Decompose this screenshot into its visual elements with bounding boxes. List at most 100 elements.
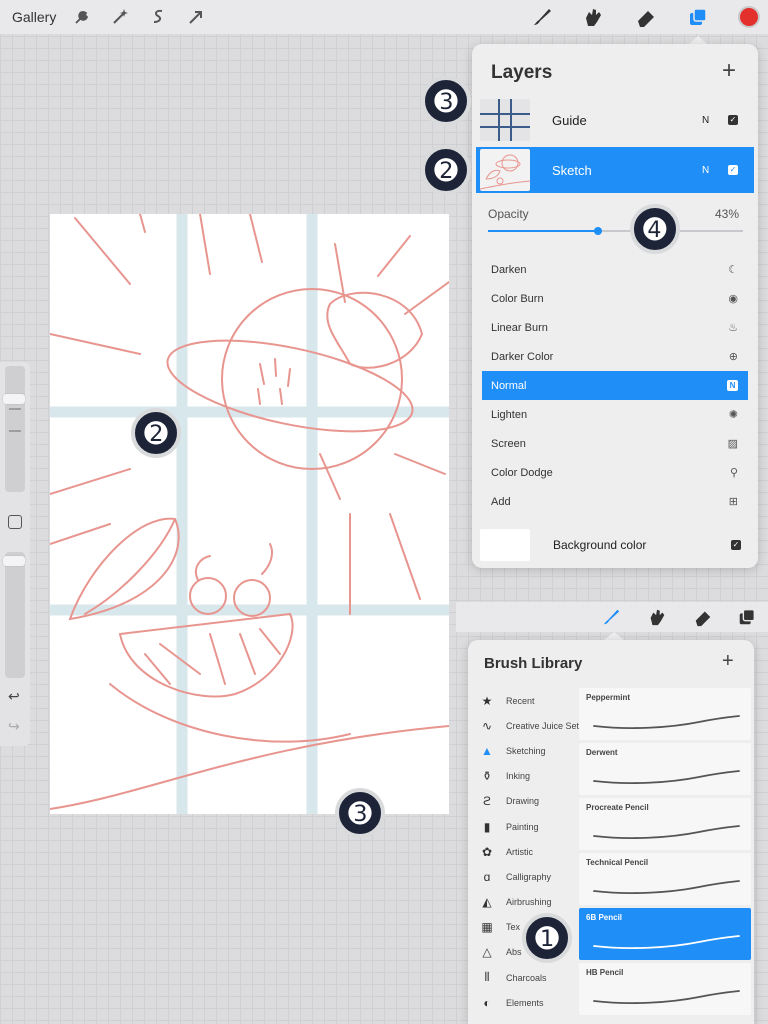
blend-mode-label: Add	[491, 495, 511, 508]
brush-card[interactable]: 6B Pencil	[579, 908, 751, 960]
layer-name: Sketch	[552, 162, 592, 178]
brush-card[interactable]: Peppermint	[579, 688, 751, 740]
category-icon: ⦀	[484, 970, 490, 985]
brush-name: Procreate Pencil	[586, 803, 649, 812]
redo-icon[interactable]: ↪	[8, 718, 20, 735]
smudge-icon[interactable]	[646, 606, 668, 628]
opacity-thumb[interactable]	[593, 227, 602, 235]
brush-category-item[interactable]: ✿ Artistic	[478, 839, 590, 864]
brush-card[interactable]: Derwent	[579, 743, 751, 795]
brush-category-item[interactable]: ◐ Elements	[478, 990, 590, 1015]
eraser-icon[interactable]	[692, 606, 714, 628]
category-label: Charcoals	[506, 972, 547, 983]
secondary-toolbar	[456, 602, 768, 632]
gallery-link[interactable]: Gallery	[12, 9, 56, 25]
brush-stroke-preview	[593, 770, 740, 784]
category-label: Sketching	[506, 745, 546, 756]
brush-category-list: ★ Recent ∿ Creative Juice Set ▲ Sketching ⚱ Ink…	[478, 688, 590, 1015]
add-layer-button[interactable]: +	[722, 57, 736, 85]
category-label: Painting	[506, 821, 539, 832]
category-icon: ◭	[482, 895, 492, 910]
category-icon: ▮	[483, 819, 491, 834]
brush-category-item[interactable]: ∿ Creative Juice Set	[478, 713, 590, 738]
slider-tick	[9, 408, 21, 410]
layer-blend-mode[interactable]: N	[702, 165, 728, 176]
layer-row-guide[interactable]: Guide N ✓	[476, 97, 754, 143]
blend-mode-add[interactable]: Add ⊞	[482, 487, 748, 516]
brush-icon[interactable]	[530, 5, 554, 29]
transform-arrow-icon[interactable]	[184, 5, 208, 29]
smudge-icon[interactable]	[581, 5, 605, 29]
eraser-icon[interactable]	[634, 5, 658, 29]
brush-stroke-preview	[593, 935, 740, 949]
category-label: Drawing	[506, 796, 540, 807]
layers-icon[interactable]	[736, 606, 758, 628]
undo-icon[interactable]: ↩	[8, 688, 20, 705]
blend-mode-screen[interactable]: Screen ▨	[482, 429, 748, 458]
category-icon: ϩ	[482, 794, 491, 809]
layer-blend-mode[interactable]: N	[702, 115, 728, 126]
brush-category-item[interactable]: ⦀ Charcoals	[478, 965, 590, 990]
blend-mode-icon: ✺	[728, 409, 738, 421]
blend-mode-label: Darker Color	[491, 350, 554, 363]
background-visibility-checkbox[interactable]: ✓	[731, 540, 741, 550]
layer-row-sketch[interactable]: Sketch N ✓	[476, 147, 754, 193]
blend-mode-icon: ☾	[728, 264, 738, 276]
blend-mode-icon: ⊞	[728, 496, 738, 508]
layers-icon[interactable]	[686, 5, 710, 29]
brush-icon[interactable]	[600, 606, 622, 628]
brush-popover-caret	[604, 632, 624, 640]
blend-mode-color-dodge[interactable]: Color Dodge ⚲	[482, 458, 748, 487]
blend-mode-linear-burn[interactable]: Linear Burn ♨	[482, 313, 748, 342]
category-label: Recent	[506, 695, 535, 706]
category-icon: ▲	[481, 743, 493, 758]
brush-name: HB Pencil	[586, 968, 624, 977]
blend-mode-icon: ♨	[728, 322, 738, 334]
brush-category-item[interactable]: ⚱ Inking	[478, 764, 590, 789]
brush-category-item[interactable]: ★ Recent	[478, 688, 590, 713]
callout-2: ➋	[131, 408, 181, 458]
blend-mode-darker-color[interactable]: Darker Color ⊕	[482, 342, 748, 371]
wrench-icon[interactable]	[70, 5, 94, 29]
brush-card[interactable]: Technical Pencil	[579, 853, 751, 905]
background-color-row[interactable]: Background color ✓	[476, 525, 754, 565]
modify-button[interactable]	[8, 515, 22, 529]
callout-1: ➊	[522, 913, 572, 963]
layer-opacity-slider[interactable]	[488, 227, 743, 235]
category-icon: ▦	[481, 920, 493, 935]
blend-mode-icon: ▨	[727, 438, 738, 450]
blend-mode-darken[interactable]: Darken ☾	[482, 255, 748, 284]
layer-visibility-checkbox[interactable]: ✓	[728, 165, 738, 175]
brush-category-item[interactable]: ▲ Sketching	[478, 738, 590, 763]
brush-card[interactable]: Procreate Pencil	[579, 798, 751, 850]
callout-3: ➌	[335, 788, 385, 838]
opacity-label: Opacity	[488, 207, 529, 221]
drawing-canvas[interactable]	[49, 213, 450, 814]
brush-category-item[interactable]: ◭ Airbrushing	[478, 890, 590, 915]
opacity-fill	[488, 230, 598, 232]
opacity-thumb[interactable]	[3, 556, 25, 566]
add-brush-button[interactable]: +	[722, 650, 734, 673]
selection-icon[interactable]	[146, 5, 170, 29]
brush-category-item[interactable]: ϩ Drawing	[478, 789, 590, 814]
blend-mode-icon: ◉	[728, 293, 738, 305]
brush-category-item[interactable]: ▮ Painting	[478, 814, 590, 839]
brush-category-item[interactable]: ɑ Calligraphy	[478, 864, 590, 889]
brush-size-thumb[interactable]	[3, 394, 25, 404]
opacity-slider[interactable]	[3, 552, 25, 678]
magic-wand-icon[interactable]	[108, 5, 132, 29]
category-icon: ⚱	[481, 769, 493, 784]
blend-mode-icon: ⊕	[728, 351, 738, 363]
category-icon: ✿	[481, 844, 493, 859]
brush-list: Peppermint Derwent Procreate Pencil Technic…	[579, 688, 751, 1018]
blend-mode-lighten[interactable]: Lighten ✺	[482, 400, 748, 429]
blend-mode-color-burn[interactable]: Color Burn ◉	[482, 284, 748, 313]
brush-card[interactable]: HB Pencil	[579, 963, 751, 1015]
category-icon: ★	[481, 693, 493, 708]
layer-visibility-checkbox[interactable]: ✓	[728, 115, 738, 125]
brush-size-slider[interactable]	[3, 366, 25, 492]
blend-mode-normal[interactable]: Normal N	[482, 371, 748, 400]
color-swatch[interactable]	[738, 6, 760, 28]
category-label: Artistic	[506, 846, 533, 857]
background-color-label: Background color	[553, 538, 647, 552]
